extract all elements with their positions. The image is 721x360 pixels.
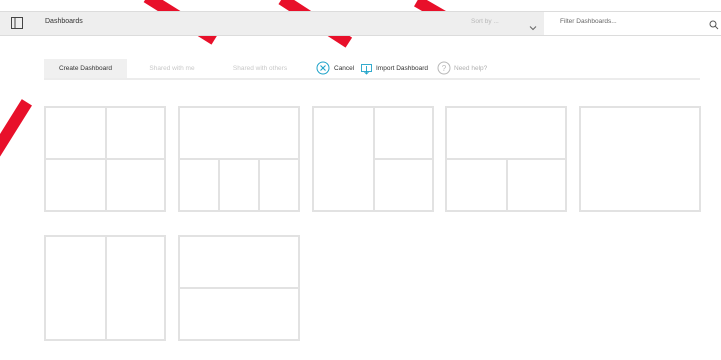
layout-tile-single[interactable]: [579, 106, 701, 212]
page-title: Dashboards: [45, 18, 83, 25]
top-bar: Dashboards Sort by ... Filter Dashboards…: [0, 11, 721, 36]
layout-tile-2x2[interactable]: [44, 106, 166, 212]
layout-tile-two-columns[interactable]: [44, 235, 166, 341]
close-circle-icon: [316, 61, 330, 75]
tile-divider: [373, 158, 432, 160]
cancel-label: Cancel: [334, 65, 355, 72]
tab-shared-with-me[interactable]: Shared with me: [132, 59, 212, 78]
sort-dropdown[interactable]: Sort by ...: [412, 12, 544, 35]
tile-divider: [180, 287, 298, 289]
chevron-down-icon: [529, 19, 537, 31]
filter-placeholder: Filter Dashboards...: [560, 18, 617, 25]
layout-tile-one-left-two-right[interactable]: [312, 106, 434, 212]
decorative-stripe: [0, 99, 32, 157]
layout-tile-one-top-two-bottom[interactable]: [445, 106, 567, 212]
sidebar-toggle-icon[interactable]: [11, 16, 23, 29]
tab-create-dashboard[interactable]: Create Dashboard: [44, 59, 127, 78]
tile-divider: [218, 158, 220, 210]
tab-shared-with-others[interactable]: Shared with others: [219, 59, 301, 78]
tile-divider: [46, 158, 164, 160]
tile-divider: [506, 158, 508, 210]
help-icon: ?: [437, 61, 451, 75]
tabs-bar: Create Dashboard Shared with me Shared w…: [44, 59, 700, 80]
tile-divider: [180, 158, 298, 160]
import-icon: [361, 62, 372, 75]
layout-tile-one-top-three-bottom[interactable]: [178, 106, 300, 212]
sort-placeholder: Sort by ...: [471, 18, 499, 25]
tile-divider: [258, 158, 260, 210]
import-dashboard-label: Import Dashboard: [376, 65, 429, 72]
filter-dashboards-input[interactable]: Filter Dashboards...: [544, 12, 721, 35]
need-help-label: Need help?: [454, 65, 488, 72]
svg-text:?: ?: [442, 64, 447, 73]
tile-divider: [105, 237, 107, 339]
search-icon[interactable]: [709, 17, 719, 30]
layout-tile-two-rows[interactable]: [178, 235, 300, 341]
